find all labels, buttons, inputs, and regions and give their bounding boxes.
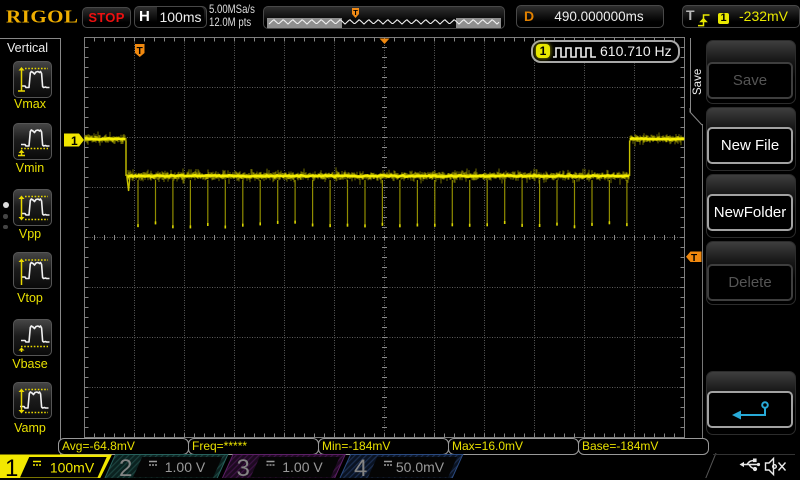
svg-text:1.00 V: 1.00 V [282, 459, 323, 475]
svg-text:1: 1 [5, 455, 18, 478]
svg-text:T: T [691, 253, 697, 264]
svg-text:3: 3 [237, 455, 250, 478]
svg-text:T: T [137, 46, 143, 57]
svg-text:1: 1 [71, 134, 78, 148]
svg-text:100mV: 100mV [50, 460, 95, 476]
svg-text:2: 2 [119, 455, 132, 478]
svg-text:1.00 V: 1.00 V [165, 459, 206, 475]
svg-text:4: 4 [354, 455, 367, 478]
svg-text:50.0mV: 50.0mV [396, 459, 445, 475]
